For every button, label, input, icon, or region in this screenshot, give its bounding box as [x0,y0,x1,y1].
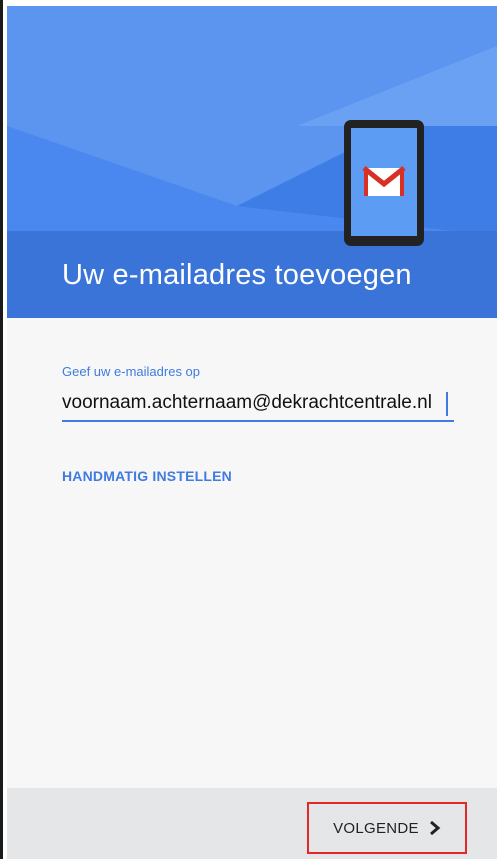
gmail-phone-icon [344,120,424,246]
chevron-right-icon [429,821,441,835]
header-banner: Uw e-mailadres toevoegen [7,6,497,318]
page-title: Uw e-mailadres toevoegen [62,259,412,291]
email-field-label: Geef uw e-mailadres op [62,364,201,379]
text-cursor [446,392,448,416]
next-button[interactable]: VOLGENDE [307,802,467,854]
next-button-label: VOLGENDE [333,819,419,837]
email-form: Geef uw e-mailadres op HANDMATIG INSTELL… [7,318,497,788]
manual-setup-link[interactable]: HANDMATIG INSTELLEN [62,468,232,484]
screen-border [0,0,3,859]
add-email-screen: Uw e-mailadres toevoegen Geef uw e-maila… [0,0,503,859]
email-field[interactable] [62,386,454,422]
footer-bar: VOLGENDE [7,788,497,859]
